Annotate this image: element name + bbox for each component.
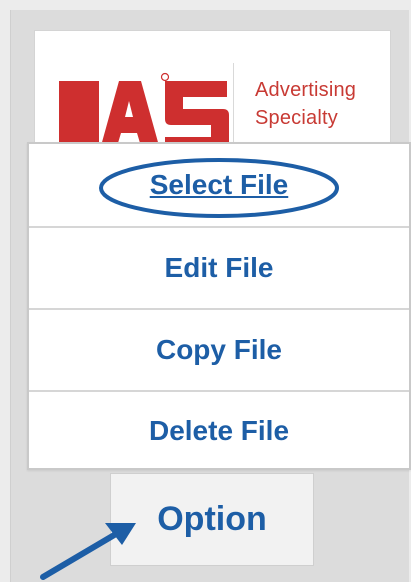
select-file-menu-item[interactable]: Select File [29, 144, 409, 226]
copy-file-label: Copy File [155, 334, 282, 365]
delete-file-menu-item[interactable]: Delete File [29, 390, 409, 470]
option-button-label: Option [157, 500, 267, 538]
logo-brand-text: Advertising Specialty [255, 76, 390, 132]
logo-text-line-1: Advertising [255, 79, 357, 101]
delete-file-label: Delete File [148, 415, 290, 446]
edit-file-label: Edit File [164, 252, 274, 283]
copy-file-menu-item[interactable]: Copy File [29, 308, 409, 390]
option-button[interactable]: Option [110, 473, 314, 566]
logo-text-line-2: Specialty [255, 107, 338, 129]
logo-divider [233, 63, 234, 145]
file-options-menu: Select File Edit File Copy File Delete F… [27, 142, 411, 470]
edit-file-menu-item[interactable]: Edit File [29, 226, 409, 308]
select-file-label: Select File [149, 169, 289, 200]
